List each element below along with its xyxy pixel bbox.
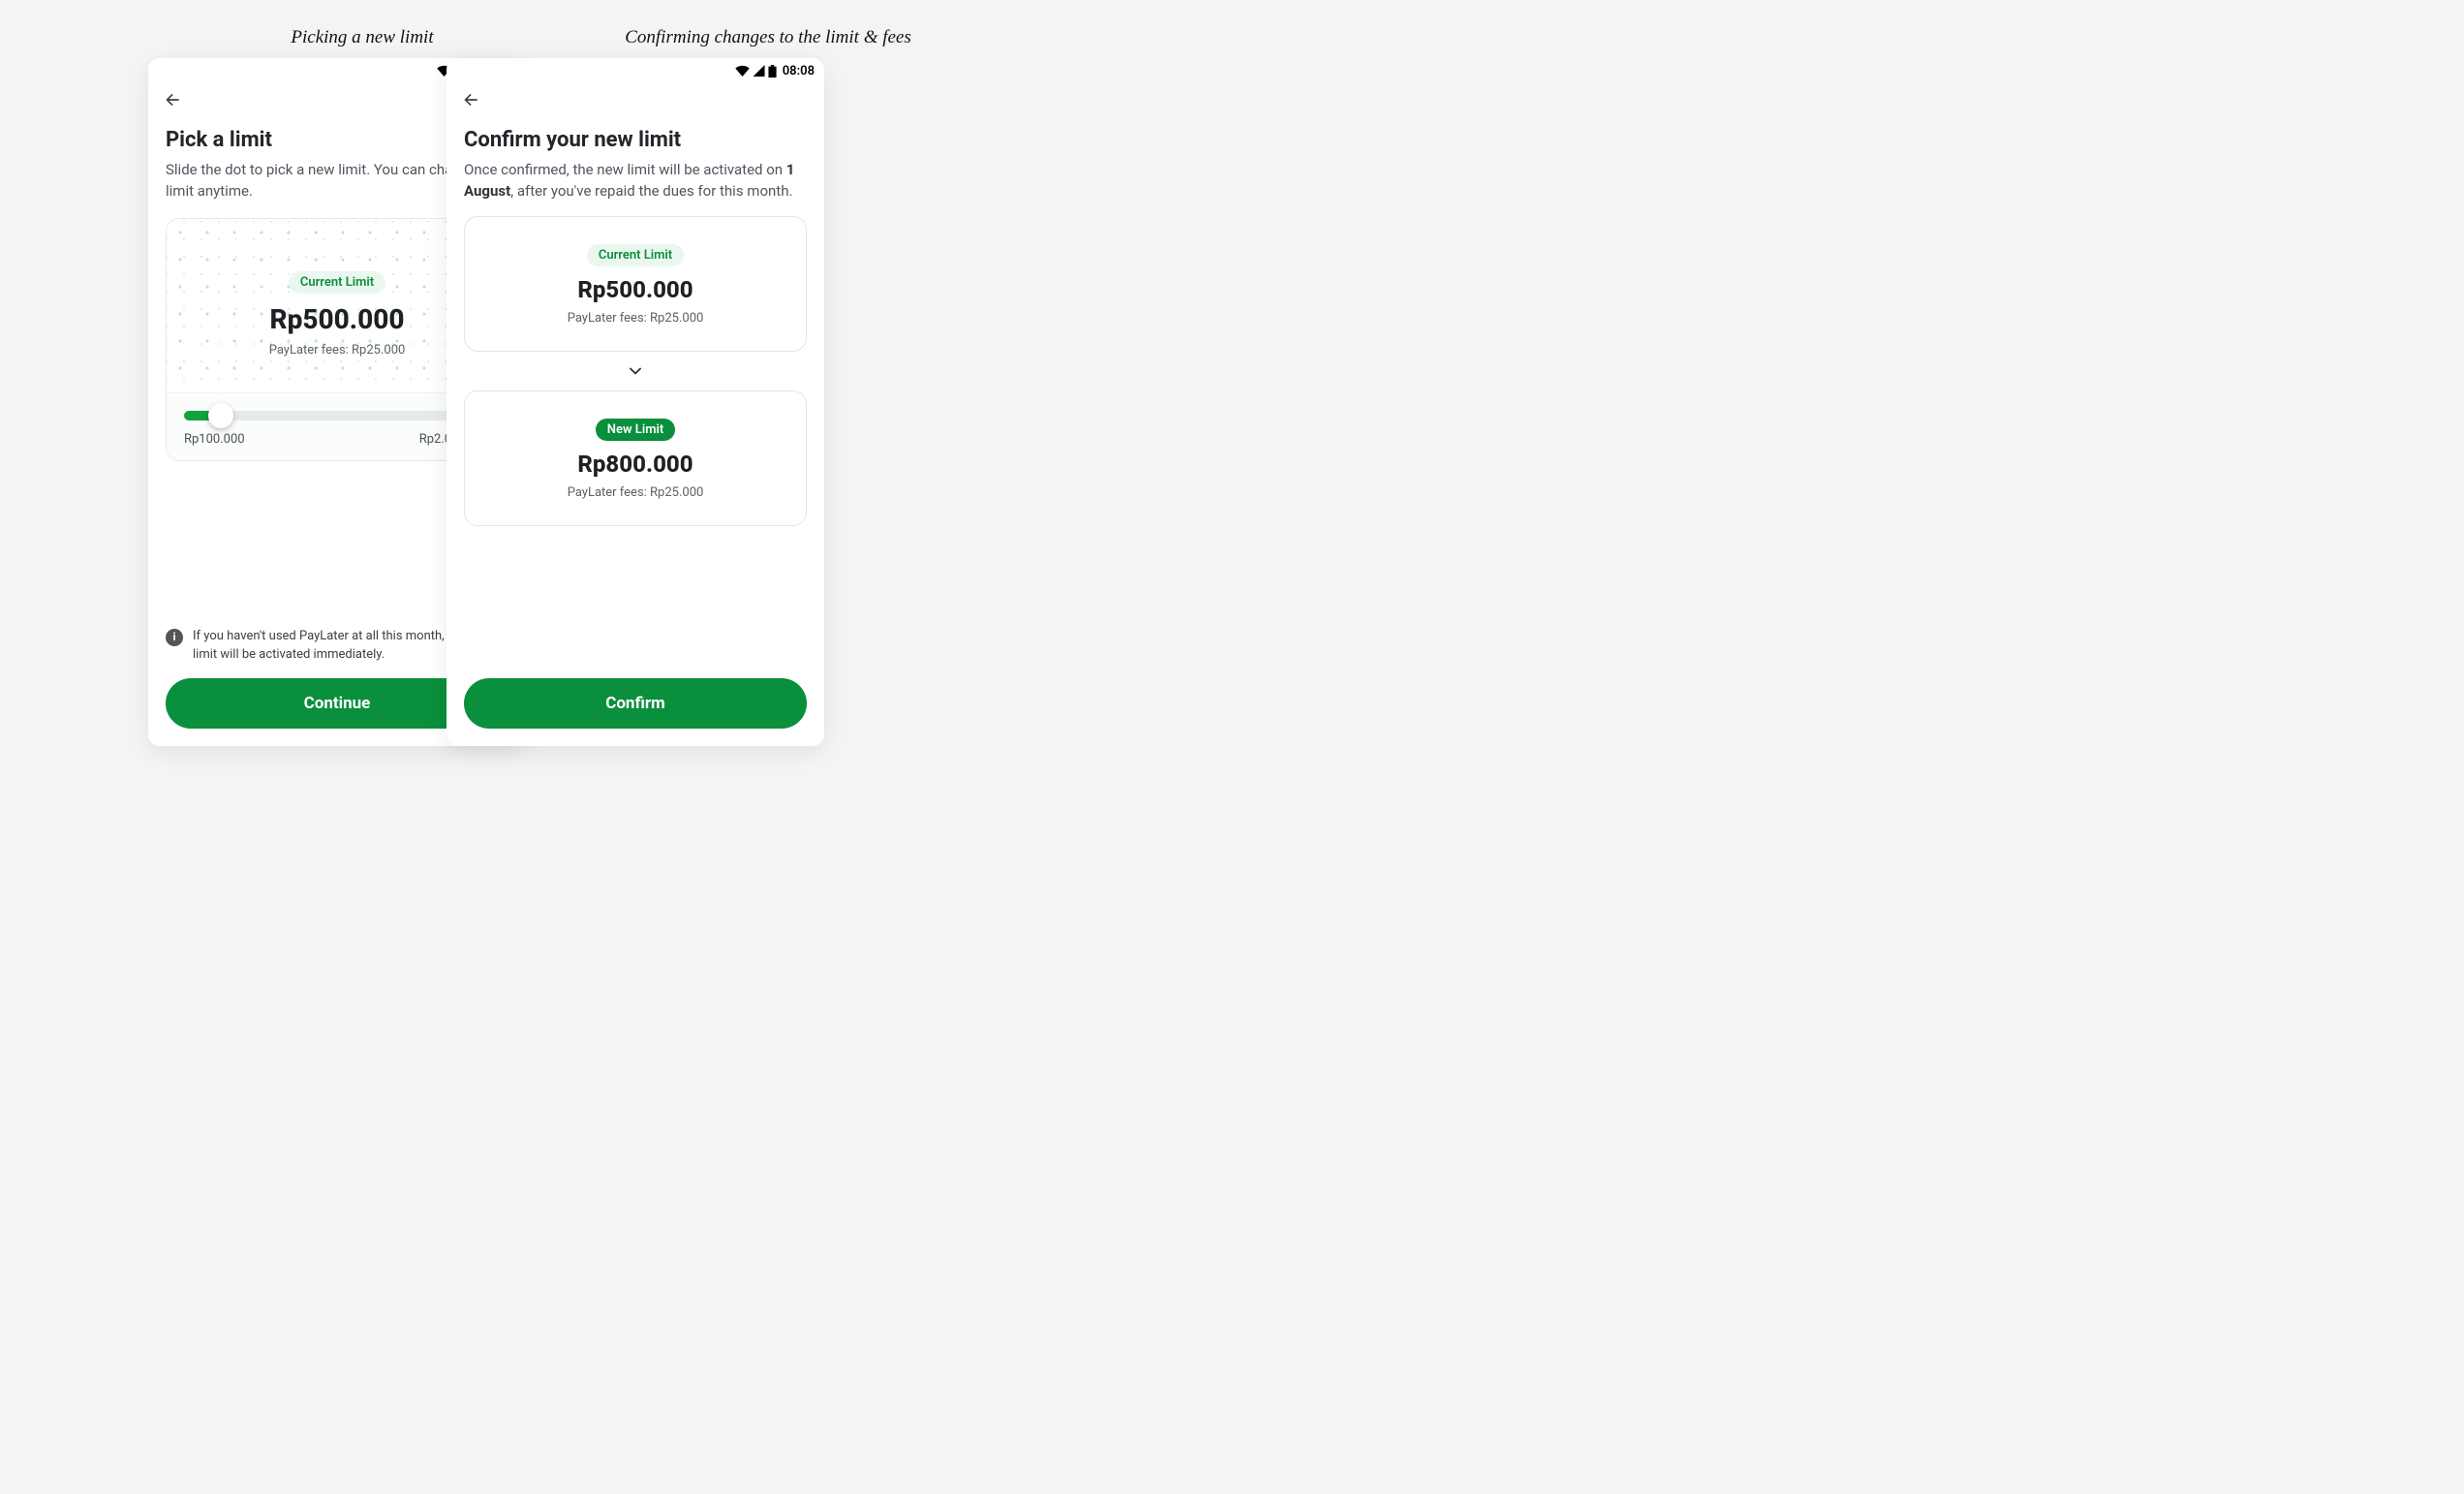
status-time: 08:08 xyxy=(783,64,815,78)
current-limit-chip: Current Limit xyxy=(289,271,385,294)
current-limit-amount: Rp500.000 xyxy=(475,276,796,303)
status-bar: 08:08 xyxy=(447,58,824,81)
chevron-down-icon xyxy=(626,361,645,381)
current-limit-card: Current Limit Rp500.000 PayLater fees: R… xyxy=(464,216,807,352)
cell-icon xyxy=(753,65,765,77)
battery-icon xyxy=(768,65,777,78)
arrow-between xyxy=(464,352,807,387)
subtitle-pre: Once confirmed, the new limit will be ac… xyxy=(464,161,786,178)
limit-slider[interactable] xyxy=(184,411,490,420)
wifi-icon xyxy=(735,65,750,77)
screen-content: Confirm your new limit Once confirmed, t… xyxy=(447,120,824,746)
top-bar xyxy=(447,81,824,120)
new-limit-card: New Limit Rp800.000 PayLater fees: Rp25.… xyxy=(464,390,807,526)
arrow-left-icon xyxy=(461,90,480,109)
new-limit-chip: New Limit xyxy=(596,419,675,441)
new-limit-fees: PayLater fees: Rp25.000 xyxy=(475,485,796,500)
current-limit-fees: PayLater fees: Rp25.000 xyxy=(475,311,796,326)
info-icon: i xyxy=(166,629,183,646)
arrow-left-icon xyxy=(163,90,182,109)
phone-confirm-limit: 08:08 Confirm your new limit Once confir… xyxy=(447,58,824,746)
back-button[interactable] xyxy=(460,89,481,110)
page-subtitle: Once confirmed, the new limit will be ac… xyxy=(464,160,807,202)
current-limit-chip: Current Limit xyxy=(587,244,684,266)
subtitle-post: , after you've repaid the dues for this … xyxy=(510,182,792,200)
slider-thumb[interactable] xyxy=(208,403,233,428)
confirm-button[interactable]: Confirm xyxy=(464,678,807,729)
back-button[interactable] xyxy=(162,89,183,110)
slider-min-label: Rp100.000 xyxy=(184,432,245,447)
page-title: Confirm your new limit xyxy=(464,128,807,152)
new-limit-amount: Rp800.000 xyxy=(475,451,796,478)
slider-labels: Rp100.000 Rp2.000.000 xyxy=(184,432,490,447)
caption-right: Confirming changes to the limit & fees xyxy=(434,27,1102,48)
